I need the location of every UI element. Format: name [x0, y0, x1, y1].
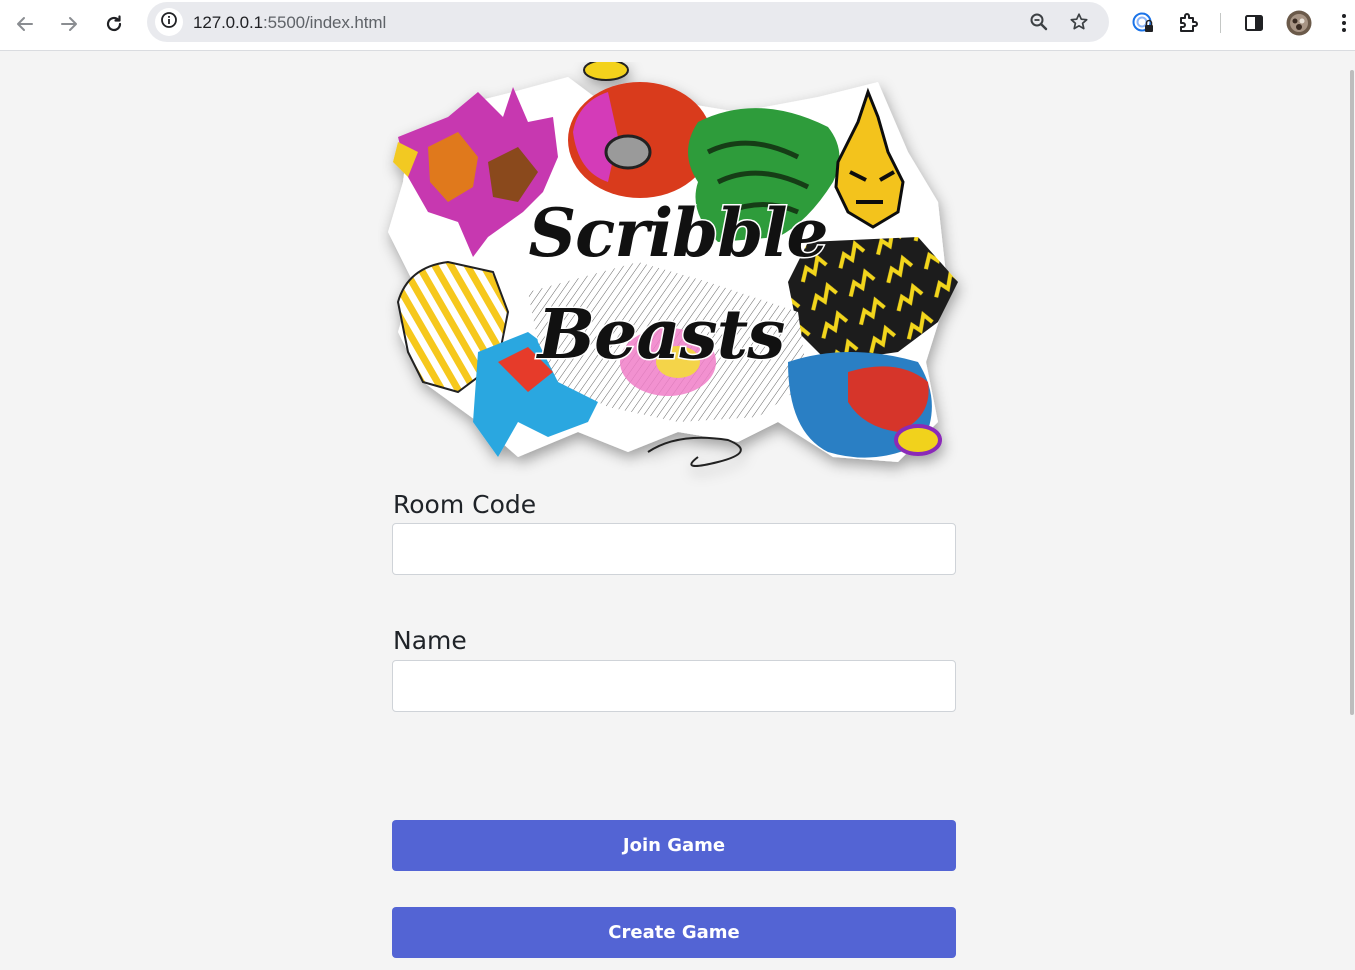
logo-title-line1: Scribble: [528, 194, 827, 272]
toolbar-divider: [1220, 13, 1221, 33]
address-bar[interactable]: 127.0.0.1:5500/index.html: [147, 2, 1109, 42]
reload-button[interactable]: [98, 8, 130, 40]
scribble-beasts-logo: Scribble Beasts: [378, 59, 978, 492]
bookmark-star-icon[interactable]: [1067, 10, 1091, 34]
logo-title-line2: Beasts: [536, 295, 785, 375]
scrollbar-thumb[interactable]: [1350, 70, 1354, 715]
room-code-input[interactable]: [392, 523, 956, 575]
password-manager-icon[interactable]: [1130, 10, 1156, 36]
back-arrow-icon: [15, 14, 35, 34]
zoom-icon[interactable]: [1027, 10, 1051, 34]
profile-avatar-icon[interactable]: [1286, 10, 1312, 36]
forward-button[interactable]: [53, 8, 85, 40]
more-menu-icon[interactable]: [1331, 10, 1355, 36]
reload-icon: [104, 14, 124, 34]
url-text[interactable]: 127.0.0.1:5500/index.html: [193, 13, 386, 33]
join-game-button[interactable]: Join Game: [392, 820, 956, 871]
site-info-icon: [160, 11, 178, 34]
url-path: :5500/index.html: [263, 13, 387, 32]
forward-arrow-icon: [59, 14, 79, 34]
side-panel-icon[interactable]: [1241, 10, 1267, 36]
name-label: Name: [393, 626, 467, 655]
back-button[interactable]: [9, 8, 41, 40]
create-game-button[interactable]: Create Game: [392, 907, 956, 958]
site-info-button[interactable]: [155, 8, 183, 36]
room-code-label: Room Code: [393, 490, 537, 519]
url-host: 127.0.0.1: [193, 13, 263, 32]
extensions-icon[interactable]: [1175, 10, 1201, 36]
browser-toolbar: 127.0.0.1:5500/index.html: [0, 0, 1355, 51]
name-input[interactable]: [392, 660, 956, 712]
